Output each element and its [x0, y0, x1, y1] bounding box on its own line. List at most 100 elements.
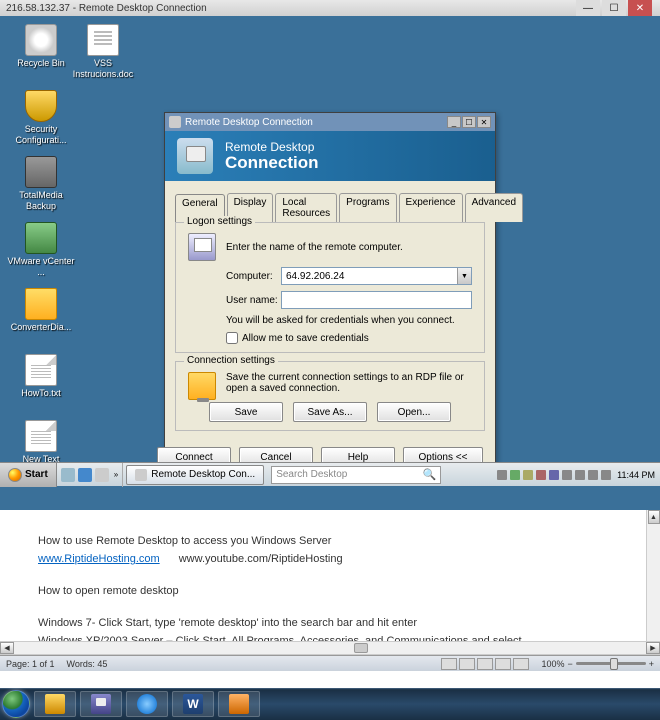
word-status-bar: Page: 1 of 1 Words: 45 100% − +	[0, 655, 660, 671]
taskbar-item-word[interactable]: W	[172, 691, 214, 717]
conn-hint: Save the current connection settings to …	[226, 372, 472, 394]
folder-icon	[188, 372, 216, 400]
tray-icon-6[interactable]	[562, 470, 572, 480]
view-button-2[interactable]	[459, 658, 475, 670]
doc-link-1[interactable]: www.RiptideHosting.com	[38, 553, 160, 565]
quicklaunch-item-2[interactable]	[78, 468, 92, 482]
view-button-3[interactable]	[477, 658, 493, 670]
remote-desktop-area[interactable]: Recycle Bin VSS Instrucions.doc Security…	[0, 16, 660, 486]
conn-legend: Connection settings	[184, 355, 278, 366]
computer-icon	[188, 233, 216, 261]
desktop-icon-security-config[interactable]: Security Configurati...	[6, 90, 76, 146]
desktop-icon-vss-doc[interactable]: VSS Instrucions.doc	[68, 24, 138, 80]
doc-line-3: How to open remote desktop	[38, 582, 622, 600]
session-minimize-button[interactable]: —	[576, 0, 600, 16]
doc-link-2: www.youtube.com/RiptideHosting	[179, 553, 343, 565]
computer-input[interactable]	[282, 268, 457, 284]
tab-programs[interactable]: Programs	[339, 193, 396, 222]
page-status[interactable]: Page: 1 of 1	[6, 659, 55, 669]
tray-icon-7[interactable]	[575, 470, 585, 480]
start-orb-icon	[8, 468, 22, 482]
host-taskbar: W	[0, 688, 660, 720]
computer-dropdown-button[interactable]: ▼	[457, 268, 471, 284]
doc-line-1: How to use Remote Desktop to access you …	[38, 532, 622, 550]
tray-icon-4[interactable]	[536, 470, 546, 480]
rdc-title-icon	[169, 116, 181, 128]
allow-save-label: Allow me to save credentials	[242, 333, 369, 344]
computer-combo[interactable]: ▼	[281, 267, 472, 285]
rdc-icon	[91, 694, 111, 714]
scroll-up-button[interactable]: ▲	[648, 510, 660, 524]
tab-local-resources[interactable]: Local Resources	[275, 193, 337, 222]
rdc-banner: Remote Desktop Connection	[165, 131, 495, 181]
horizontal-scrollbar[interactable]: ◀ ▶	[0, 641, 660, 655]
allow-save-checkbox[interactable]	[226, 332, 238, 344]
logon-legend: Logon settings	[184, 216, 255, 227]
rdc-titlebar[interactable]: Remote Desktop Connection _ ☐ ✕	[165, 113, 495, 131]
scroll-right-button[interactable]: ▶	[646, 642, 660, 654]
host-start-button[interactable]	[2, 690, 30, 718]
text-file-icon	[25, 354, 57, 386]
connection-settings-group: Connection settings Save the current con…	[175, 361, 485, 431]
quicklaunch-item-1[interactable]	[61, 468, 75, 482]
save-as-button[interactable]: Save As...	[293, 402, 367, 422]
taskbar-item-snip[interactable]	[218, 691, 260, 717]
zoom-value[interactable]: 100%	[541, 659, 564, 669]
username-input[interactable]	[281, 291, 472, 309]
desktop-icon-totalmedia[interactable]: TotalMedia Backup	[6, 156, 76, 212]
recycle-bin-icon	[25, 24, 57, 56]
word-count[interactable]: Words: 45	[67, 659, 108, 669]
zoom-out-button[interactable]: −	[567, 659, 572, 669]
taskbar-item-ie[interactable]	[126, 691, 168, 717]
rdc-maximize-button[interactable]: ☐	[462, 116, 476, 128]
system-tray: 11:44 PM	[492, 470, 660, 480]
rdc-banner-icon	[177, 138, 213, 174]
tray-icon-9[interactable]	[601, 470, 611, 480]
view-button-5[interactable]	[513, 658, 529, 670]
rdc-task-icon	[135, 469, 147, 481]
session-titlebar[interactable]: 216.58.132.37 - Remote Desktop Connectio…	[0, 0, 660, 16]
quicklaunch-overflow[interactable]: »	[114, 470, 118, 479]
vertical-scrollbar[interactable]: ▲ ▼	[646, 510, 660, 660]
desktop-icon-howto[interactable]: HowTo.txt	[6, 354, 76, 399]
tray-icon-2[interactable]	[510, 470, 520, 480]
view-button-4[interactable]	[495, 658, 511, 670]
clock[interactable]: 11:44 PM	[617, 470, 655, 480]
explorer-icon	[45, 694, 65, 714]
taskbar-item-rdc[interactable]	[80, 691, 122, 717]
rdc-title-text: Remote Desktop Connection	[185, 117, 313, 128]
tray-icon-1[interactable]	[497, 470, 507, 480]
tray-icon-3[interactable]	[523, 470, 533, 480]
zoom-slider[interactable]	[576, 662, 646, 665]
document-icon	[87, 24, 119, 56]
view-button-1[interactable]	[441, 658, 457, 670]
scroll-thumb[interactable]	[354, 643, 368, 653]
search-placeholder: Search Desktop	[276, 469, 347, 480]
tab-experience[interactable]: Experience	[399, 193, 463, 222]
session-taskbar: Start » Remote Desktop Con... Search Des…	[0, 462, 660, 486]
rdc-minimize-button[interactable]: _	[447, 116, 461, 128]
logon-settings-group: Logon settings Enter the name of the rem…	[175, 222, 485, 353]
session-close-button[interactable]: ✕	[628, 0, 652, 16]
start-button[interactable]: Start	[0, 463, 57, 487]
open-button[interactable]: Open...	[377, 402, 451, 422]
search-icon[interactable]: 🔍	[422, 468, 436, 481]
desktop-icon-recycle-bin[interactable]: Recycle Bin	[6, 24, 76, 69]
desktop-icon-vmware[interactable]: VMware vCenter ...	[6, 222, 76, 278]
tray-icon-5[interactable]	[549, 470, 559, 480]
taskbar-item-explorer[interactable]	[34, 691, 76, 717]
desktop-icon-converter[interactable]: ConverterDia...	[6, 288, 76, 333]
save-button[interactable]: Save	[209, 402, 283, 422]
taskbar-item-rdc[interactable]: Remote Desktop Con...	[126, 465, 264, 485]
word-document-area: How to use Remote Desktop to access you …	[0, 510, 660, 690]
tray-icon-8[interactable]	[588, 470, 598, 480]
quicklaunch-item-3[interactable]	[95, 468, 109, 482]
scroll-left-button[interactable]: ◀	[0, 642, 14, 654]
rdc-close-button[interactable]: ✕	[477, 116, 491, 128]
session-maximize-button[interactable]: ☐	[602, 0, 626, 16]
desktop-search-box[interactable]: Search Desktop 🔍	[271, 466, 441, 484]
vmware-icon	[25, 222, 57, 254]
tab-advanced[interactable]: Advanced	[465, 193, 523, 222]
zoom-in-button[interactable]: +	[649, 659, 654, 669]
logon-hint: Enter the name of the remote computer.	[226, 242, 403, 253]
